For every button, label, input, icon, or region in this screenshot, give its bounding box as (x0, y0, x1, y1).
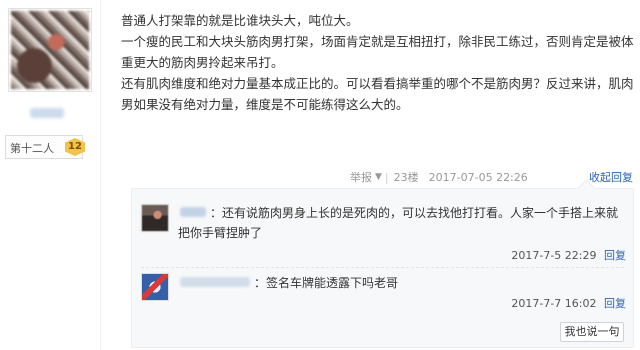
reply-text: ：签名车牌能透露下吗老哥 (254, 276, 399, 290)
user-sidebar: 第十二人 12 (0, 0, 101, 350)
add-reply-button[interactable]: 我也说一句 (560, 322, 624, 342)
post-content: 普通人打架靠的就是比谁块头大，吨位大。 一个瘦的民工和大块头筋肉男打架，场面肯定… (121, 10, 636, 115)
reply-link[interactable]: 回复 (604, 297, 626, 310)
post-paragraph: 一个瘦的民工和大块头筋肉男打架，场面肯定就是互相扭打，除非民工练过，否则肯定是被… (121, 34, 634, 70)
post-paragraph: 普通人打架靠的就是比谁块头大，吨位大。 (121, 13, 359, 28)
reply-username-blurred[interactable] (180, 277, 250, 287)
meta-separator: | (384, 170, 389, 184)
reply-section: ：还有说筋肉男身上长的是死肉的，可以去找他打打看。人家一个手搭上来就把你手臂捏肿… (131, 188, 634, 348)
reply-avatar[interactable] (141, 204, 169, 232)
reply-divider (141, 267, 624, 268)
user-avatar[interactable] (8, 8, 92, 92)
reply-meta: 2017-7-7 16:02 回复 (511, 295, 626, 311)
user-level-badge[interactable]: 第十二人 12 (5, 135, 85, 159)
username-blurred[interactable] (30, 108, 64, 118)
post-paragraph: 还有肌肉维度和绝对力量基本成正比的。可以看看搞举重的哪个不是筋肉男？反过来讲，肌… (121, 76, 634, 112)
post-meta-bar: 举报 ▼ | 23楼 2017-07-05 22:26 收起回复 (350, 169, 639, 185)
post-timestamp: 2017-07-05 22:26 (428, 170, 528, 184)
collapse-replies-link[interactable]: 收起回复 (589, 169, 633, 185)
reply-timestamp: 2017-7-7 16:02 (511, 297, 597, 310)
report-link[interactable]: 举报 (350, 169, 372, 185)
reply-timestamp: 2017-7-5 22:29 (511, 249, 597, 262)
caret-down-icon[interactable]: ▼ (375, 172, 382, 182)
avatar-image (11, 11, 89, 89)
reply-meta: 2017-7-5 22:29 回复 (511, 247, 626, 263)
floor-number: 23楼 (393, 171, 419, 184)
reply-text: ：还有说筋肉男身上长的是死肉的，可以去找他打打看。人家一个手搭上来就把你手臂捏肿… (178, 206, 619, 240)
level-name: 第十二人 (10, 142, 54, 155)
level-number-icon: 12 (65, 138, 85, 156)
reply-link[interactable]: 回复 (604, 249, 626, 262)
reply-avatar[interactable] (141, 273, 169, 301)
